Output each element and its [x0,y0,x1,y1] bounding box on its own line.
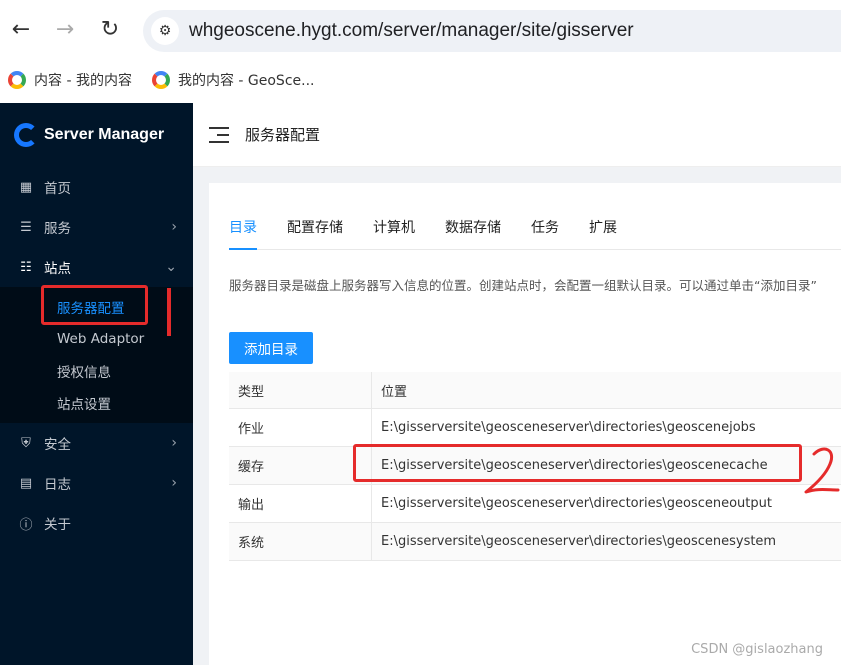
sidebar-item-site[interactable]: ☷ 站点 ⌄ [0,247,193,287]
sidebar: Server Manager ▦ 首页 ☰ 服务 › ☷ 站点 ⌄ 服务器配置 … [0,103,193,665]
annotation-box-server-config [41,285,148,325]
info-icon: ⓘ [19,517,33,533]
page-header: 服务器配置 [193,103,841,167]
sidebar-item-label: 站点 [44,261,71,277]
sidebar-item-about[interactable]: ⓘ 关于 [0,503,193,543]
brand[interactable]: Server Manager [0,103,193,167]
submenu-item-license[interactable]: 授权信息 [0,355,193,387]
cell-location: E:\gisserversite\geosceneserver\director… [381,420,756,435]
bookmark-item[interactable]: 内容 - 我的内容 [8,70,132,90]
geoscene-logo-icon [14,123,38,147]
shield-icon: ⛨ [21,435,31,451]
reload-icon[interactable]: ↻ [95,14,125,44]
list-icon: ☰ [20,219,32,235]
cell-location: E:\gisserversite\geosceneserver\director… [381,496,772,511]
submenu-item-web-adaptor[interactable]: Web Adaptor [0,323,193,355]
chevron-right-icon: › [171,475,177,491]
annotation-mark-2 [804,447,840,494]
description-text: 服务器目录是磁盘上服务器写入信息的位置。创建站点时，会配置一组默认目录。可以通过… [229,278,817,293]
add-directory-button[interactable]: 添加目录 [229,332,313,364]
cell-location: E:\gisserversite\geosceneserver\director… [381,534,777,549]
chevron-right-icon: › [171,435,177,451]
column-header-type: 类型 [229,372,372,408]
bookmark-item[interactable]: 我的内容 - GeoSce... [151,70,315,90]
brand-title: Server Manager [44,126,165,143]
sidebar-item-label: 关于 [44,517,71,533]
annotation-mark-1 [167,288,171,336]
sidebar-item-logs[interactable]: ▤ 日志 › [0,463,193,503]
cell-type: 缓存 [229,447,372,484]
tab-config-store[interactable]: 配置存储 [287,206,343,250]
log-icon: ▤ [19,475,33,491]
menu-fold-icon[interactable] [209,126,229,143]
table-row[interactable]: 输出 E:\gisserversite\geosceneserver\direc… [229,485,841,523]
watermark: CSDN @gislaozhang [691,642,823,657]
address-bar[interactable]: ⚙ whgeoscene.hygt.com/server/manager/sit… [143,10,841,52]
bookmarks-bar: 内容 - 我的内容 我的内容 - GeoSce... [0,62,841,98]
bookmark-label: 内容 - 我的内容 [34,73,132,89]
back-arrow-icon[interactable]: ← [6,14,36,44]
cell-type: 输出 [229,485,372,522]
url-text[interactable]: whgeoscene.hygt.com/server/manager/site/… [189,20,634,42]
site-settings-icon[interactable]: ⚙ [151,17,179,45]
tab-machines[interactable]: 计算机 [373,206,415,250]
table-row[interactable]: 作业 E:\gisserversite\geosceneserver\direc… [229,409,841,447]
cell-type: 系统 [229,523,372,560]
grid-icon: ▦ [19,179,33,195]
sidebar-item-label: 安全 [44,437,71,453]
column-header-location: 位置 [381,384,408,400]
annotation-box-cache-path [353,444,802,482]
submenu-item-site-settings[interactable]: 站点设置 [0,387,193,419]
cell-type: 作业 [229,409,372,446]
google-icon [8,71,26,89]
tab-tasks[interactable]: 任务 [531,206,559,250]
table-row[interactable]: 系统 E:\gisserversite\geosceneserver\direc… [229,523,841,561]
google-icon [151,71,170,89]
browser-toolbar: ← → ↻ ⚙ whgeoscene.hygt.com/server/manag… [0,0,841,62]
forward-arrow-icon[interactable]: → [50,14,80,44]
sidebar-item-label: 服务 [44,221,71,237]
bookmark-label: 我的内容 - GeoSce... [177,73,315,89]
page-title: 服务器配置 [245,126,321,144]
sidebar-item-label: 日志 [44,477,71,493]
table-header-row: 类型 位置 [229,372,841,409]
sidebar-item-home[interactable]: ▦ 首页 [0,167,193,207]
sidebar-item-label: 首页 [44,181,71,197]
chevron-right-icon: › [171,219,177,235]
tab-bar: 目录 配置存储 计算机 数据存储 任务 扩展 [229,206,841,250]
sitemap-icon: ☷ [20,259,32,275]
tab-directories[interactable]: 目录 [229,206,257,250]
sidebar-item-security[interactable]: ⛨ 安全 › [0,423,193,463]
sidebar-item-services[interactable]: ☰ 服务 › [0,207,193,247]
chevron-down-icon: ⌄ [165,259,177,275]
tab-extensions[interactable]: 扩展 [589,206,617,250]
tab-data-stores[interactable]: 数据存储 [445,206,501,250]
